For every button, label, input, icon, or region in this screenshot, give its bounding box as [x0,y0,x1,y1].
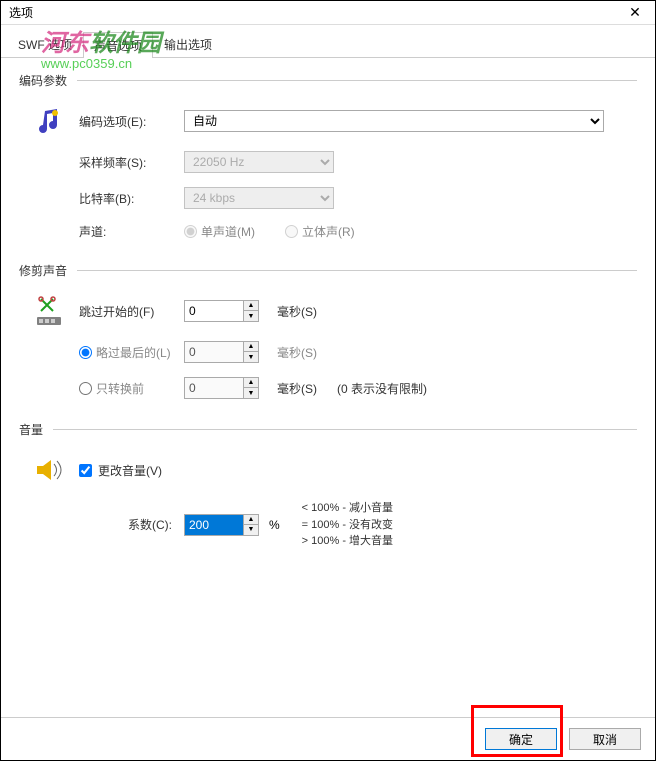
music-note-icon [33,105,65,137]
spin-down: ▼ [244,352,258,362]
change-volume-checkbox[interactable]: 更改音量(V) [79,462,184,479]
divider [77,270,637,271]
mono-radio: 单声道(M) [184,223,255,240]
spin-up: ▲ [244,378,258,388]
speaker-icon [33,454,65,486]
encoding-option-select[interactable]: 自动 [184,110,604,132]
skip-start-input[interactable] [184,300,244,322]
spin-up[interactable]: ▲ [244,301,258,311]
tab-swf[interactable]: SWF 选项 [7,31,83,57]
dialog-footer: 确定 取消 [1,717,655,760]
unit-ms: 毫秒(S) [277,303,317,320]
coefficient-label: 系数(C): [79,516,184,533]
spin-down[interactable]: ▼ [244,525,258,535]
tab-sound[interactable]: 声音选项 [83,32,153,58]
volume-hint: < 100% - 减小音量 = 100% - 没有改变 > 100% - 增大音… [302,500,393,550]
convert-only-input [184,377,244,399]
titlebar: 选项 ✕ [1,1,655,25]
sample-rate-select: 22050 Hz [184,151,334,173]
unit-ms: 毫秒(S) [277,380,317,397]
bitrate-select: 24 kbps [184,187,334,209]
encoding-option-label: 编码选项(E): [79,113,184,130]
cancel-button[interactable]: 取消 [569,728,641,750]
skip-end-input [184,341,244,363]
spin-down[interactable]: ▼ [244,311,258,321]
close-button[interactable]: ✕ [615,2,655,24]
scissors-icon [33,295,65,327]
tab-bar: SWF 选项 声音选项 输出选项 [1,27,655,58]
bitrate-label: 比特率(B): [79,190,184,207]
tab-output[interactable]: 输出选项 [153,31,223,57]
section-trim-title: 修剪声音 [19,262,67,279]
sample-rate-label: 采样频率(S): [79,154,184,171]
window-title: 选项 [9,4,33,21]
limit-hint: (0 表示没有限制) [337,380,427,397]
skip-end-radio[interactable]: 略过最后的(L) [79,344,184,361]
unit-ms: 毫秒(S) [277,344,317,361]
percent-label: % [269,518,280,532]
divider [53,429,637,430]
channel-label: 声道: [79,223,184,240]
divider [77,80,637,81]
stereo-radio: 立体声(R) [285,223,355,240]
skip-start-label: 跳过开始的(F) [79,303,184,320]
spin-up: ▲ [244,342,258,352]
section-encoding-title: 编码参数 [19,72,67,89]
ok-button[interactable]: 确定 [485,728,557,750]
section-volume-title: 音量 [19,421,43,438]
spin-up[interactable]: ▲ [244,515,258,525]
coefficient-input[interactable] [184,514,244,536]
spin-down: ▼ [244,388,258,398]
convert-only-radio[interactable]: 只转换前 [79,380,184,397]
